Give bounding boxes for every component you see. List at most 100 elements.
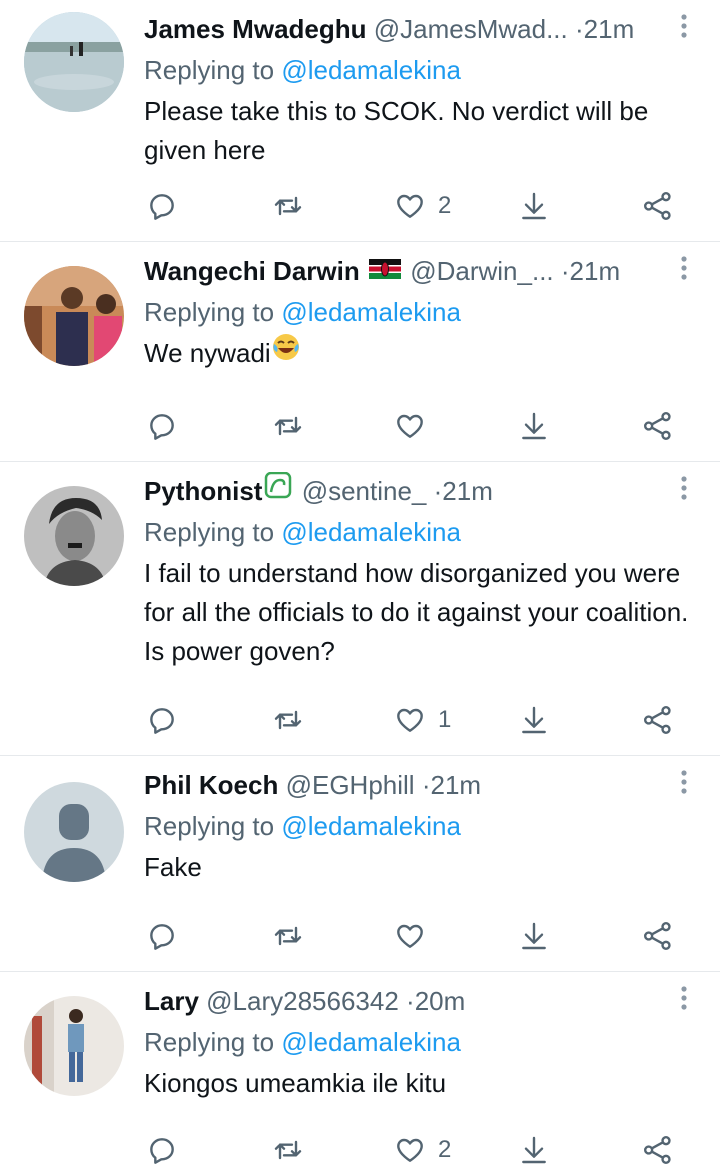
display-name[interactable]: James Mwadeghu <box>144 14 367 44</box>
reply-button[interactable] <box>146 1130 178 1166</box>
avatar[interactable] <box>24 266 124 366</box>
like-button[interactable] <box>394 406 426 446</box>
replies-feed: James Mwadeghu @JamesMwad... ·21m Replyi… <box>0 0 720 1166</box>
like-count: 2 <box>438 1136 452 1163</box>
like-button[interactable] <box>394 916 426 956</box>
avatar[interactable] <box>24 782 124 882</box>
share-button[interactable] <box>642 700 674 740</box>
tweet-reply[interactable]: James Mwadeghu @JamesMwad... ·21m Replyi… <box>0 0 720 242</box>
replying-to-line: Replying to @ledamalekina <box>144 808 461 844</box>
more-vertical-icon[interactable] <box>674 768 694 798</box>
reply-button[interactable] <box>146 406 178 446</box>
reply-icon <box>150 194 174 220</box>
like-button[interactable]: 2 <box>394 186 451 226</box>
timestamp[interactable]: 21m <box>584 14 635 44</box>
download-button[interactable] <box>518 1130 550 1166</box>
share-button[interactable] <box>642 916 674 956</box>
like-count: 1 <box>438 706 452 733</box>
avatar[interactable] <box>24 12 124 112</box>
tweet-header: Lary @Lary28566342 ·20m <box>144 982 676 1020</box>
timestamp[interactable]: 20m <box>415 986 466 1016</box>
tweet-reply[interactable]: Pythonist @sentine_ ·21m Replying to @le… <box>0 462 720 756</box>
tweet-actions: 1 <box>0 700 720 740</box>
timestamp[interactable]: 21m <box>430 770 481 800</box>
mention-link[interactable]: @ledamalekina <box>281 811 461 841</box>
kenya-flag-icon <box>368 252 401 289</box>
download-icon <box>522 192 546 220</box>
more-vertical-icon[interactable] <box>674 984 694 1014</box>
retweet-icon <box>274 926 302 946</box>
share-button[interactable] <box>642 406 674 446</box>
replying-to-label: Replying to <box>144 1027 282 1057</box>
like-button[interactable]: 1 <box>394 700 451 740</box>
tweet-text: I fail to understand how disorganized yo… <box>144 558 689 666</box>
reply-button[interactable] <box>146 916 178 956</box>
tweet-header: Pythonist @sentine_ ·21m <box>144 472 676 510</box>
mention-link[interactable]: @ledamalekina <box>281 517 461 547</box>
timestamp[interactable]: 21m <box>442 476 493 506</box>
user-handle[interactable]: @EGHphill <box>286 770 415 800</box>
download-button[interactable] <box>518 406 550 446</box>
like-button[interactable]: 2 <box>394 1130 451 1166</box>
user-handle[interactable]: @JamesMwad... <box>374 14 568 44</box>
display-name[interactable]: Lary <box>144 986 199 1016</box>
display-name[interactable]: Wangechi Darwin <box>144 256 360 286</box>
user-handle[interactable]: @sentine_ <box>302 476 427 506</box>
tweet-reply[interactable]: Lary @Lary28566342 ·20m Replying to @led… <box>0 972 720 1166</box>
download-icon <box>522 922 546 950</box>
replying-to-label: Replying to <box>144 811 282 841</box>
heart-icon <box>397 414 423 438</box>
more-vertical-icon[interactable] <box>674 254 694 284</box>
separator-dot: · <box>433 476 443 506</box>
reply-icon <box>150 1138 174 1164</box>
retweet-button[interactable] <box>272 1130 304 1166</box>
replying-to-line: Replying to @ledamalekina <box>144 514 461 550</box>
download-button[interactable] <box>518 916 550 956</box>
heart-icon <box>397 1138 423 1162</box>
separator-dot: · <box>406 986 415 1016</box>
retweet-button[interactable] <box>272 916 304 956</box>
reply-button[interactable] <box>146 186 178 226</box>
tweet-reply[interactable]: Phil Koech @EGHphill ·21m Replying to @l… <box>0 756 720 972</box>
heart-icon <box>397 924 423 948</box>
tweet-text-container: We nywadi <box>144 333 700 376</box>
tweet-actions <box>0 406 720 446</box>
mention-link[interactable]: @ledamalekina <box>281 297 461 327</box>
separator-dot: · <box>574 14 584 44</box>
mention-link[interactable]: @ledamalekina <box>281 1027 461 1057</box>
download-icon <box>522 412 546 440</box>
replying-to-label: Replying to <box>144 55 282 85</box>
share-button[interactable] <box>642 1130 674 1166</box>
green-snake-badge-icon <box>264 472 292 509</box>
retweet-button[interactable] <box>272 700 304 740</box>
download-button[interactable] <box>518 700 550 740</box>
more-vertical-icon[interactable] <box>674 474 694 504</box>
heart-icon <box>397 708 423 732</box>
retweet-button[interactable] <box>272 186 304 226</box>
tweet-actions: 2 <box>0 1130 720 1166</box>
avatar[interactable] <box>24 996 124 1096</box>
tweet-reply[interactable]: Wangechi Darwin @Darwin_... ·21m Replyin… <box>0 242 720 462</box>
retweet-icon <box>274 1140 302 1160</box>
download-button[interactable] <box>518 186 550 226</box>
tweet-actions <box>0 916 720 956</box>
timestamp[interactable]: 21m <box>570 256 621 286</box>
mention-link[interactable]: @ledamalekina <box>281 55 461 85</box>
share-button[interactable] <box>642 186 674 226</box>
download-icon <box>522 706 546 734</box>
more-vertical-icon[interactable] <box>674 12 694 42</box>
heart-icon <box>397 194 423 218</box>
user-handle[interactable]: @Darwin_... <box>410 256 553 286</box>
retweet-button[interactable] <box>272 406 304 446</box>
display-name[interactable]: Phil Koech <box>144 770 278 800</box>
retweet-icon <box>274 196 302 216</box>
display-name[interactable]: Pythonist <box>144 476 262 506</box>
tweet-header: Wangechi Darwin @Darwin_... ·21m <box>144 252 676 290</box>
user-handle[interactable]: @Lary28566342 <box>206 986 399 1016</box>
tweet-text: Fake <box>144 852 202 882</box>
tweet-text: We nywadi <box>144 338 271 368</box>
retweet-icon <box>274 710 302 730</box>
avatar[interactable] <box>24 486 124 586</box>
reply-button[interactable] <box>146 700 178 740</box>
replying-to-label: Replying to <box>144 517 282 547</box>
